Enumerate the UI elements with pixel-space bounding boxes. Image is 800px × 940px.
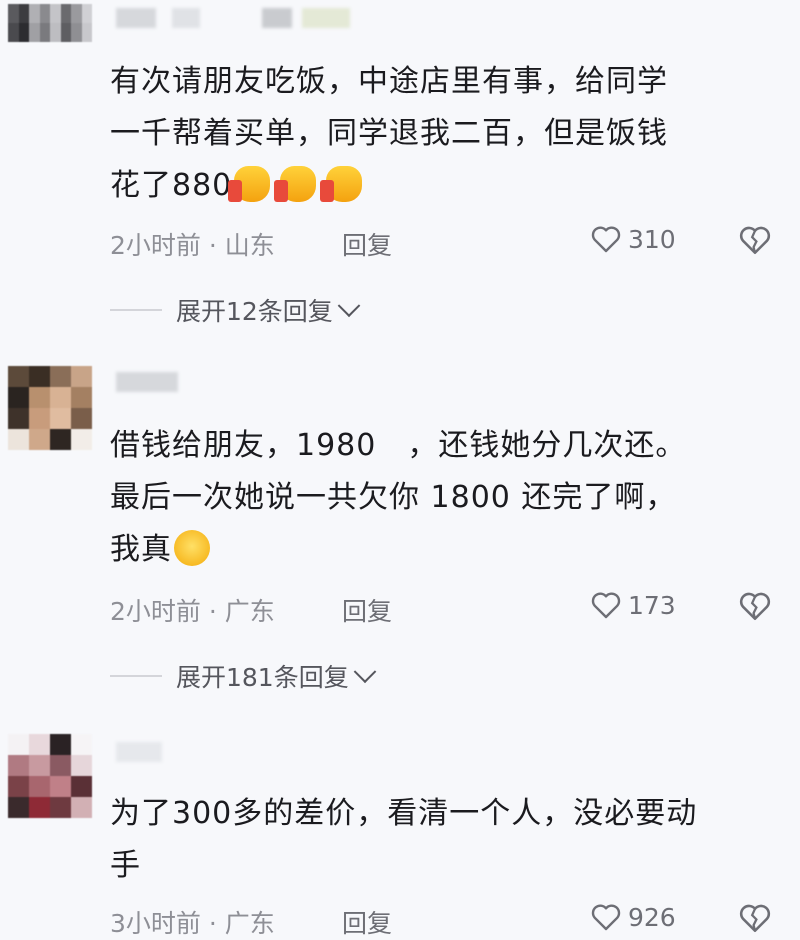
heart-icon	[591, 592, 621, 619]
expand-replies-button[interactable]: 展开12条回复	[110, 292, 361, 328]
chevron-down-icon	[337, 294, 361, 318]
dislike-button[interactable]	[738, 902, 772, 940]
broken-heart-icon	[739, 226, 771, 255]
username-blurred[interactable]	[112, 736, 172, 766]
like-count: 173	[628, 590, 676, 620]
dislike-button[interactable]	[738, 590, 772, 628]
time-location: 3小时前 · 广东	[110, 909, 275, 938]
thumbs-up-icon	[274, 165, 317, 202]
like-button[interactable]: 310	[590, 224, 676, 254]
divider	[110, 309, 162, 311]
like-count: 926	[628, 902, 676, 932]
chevron-down-icon	[353, 660, 377, 684]
time-location: 2小时前 · 广东	[110, 597, 275, 626]
broken-heart-icon	[739, 592, 771, 621]
like-button[interactable]: 173	[590, 590, 676, 620]
heart-icon	[591, 226, 621, 253]
comment-meta: 2小时前 · 山东 回复 310	[110, 222, 790, 262]
reply-button[interactable]: 回复	[342, 226, 392, 262]
dislike-button[interactable]	[738, 224, 772, 262]
like-button[interactable]: 926	[590, 902, 676, 932]
avatar[interactable]	[8, 366, 92, 450]
avatar[interactable]	[8, 4, 92, 42]
avatar[interactable]	[8, 734, 92, 818]
reply-button[interactable]: 回复	[342, 904, 392, 940]
comment-meta: 3小时前 · 广东 回复 926	[110, 900, 790, 940]
thumbs-up-icon	[320, 165, 363, 202]
broken-heart-icon	[739, 904, 771, 933]
reply-button[interactable]: 回复	[342, 592, 392, 628]
time-location: 2小时前 · 山东	[110, 231, 275, 260]
comment-text: 借钱给朋友，1980 ，还钱她分几次还。 最后一次她说一共欠你 1800 还完了…	[110, 428, 687, 567]
like-count: 310	[628, 224, 676, 254]
comment-meta: 2小时前 · 广东 回复 173	[110, 588, 790, 628]
comment-item: 为了300多的差价，看清一个人，没必要动 手 3小时前 · 广东 回复 926	[0, 728, 800, 938]
comment-text: 有次请朋友吃饭，中途店里有事，给同学 一千帮着买单，同学退我二百，但是饭钱 花了…	[110, 64, 668, 203]
grinning-sweat-icon	[174, 529, 210, 566]
heart-icon	[591, 904, 621, 931]
divider	[110, 675, 162, 677]
thumbs-up-icon	[228, 165, 271, 202]
username-blurred[interactable]	[112, 2, 372, 32]
comment-text: 为了300多的差价，看清一个人，没必要动 手	[110, 796, 698, 883]
comment-item: 借钱给朋友，1980 ，还钱她分几次还。 最后一次她说一共欠你 1800 还完了…	[0, 360, 800, 710]
expand-replies-button[interactable]: 展开181条回复	[110, 658, 377, 694]
comment-item: 有次请朋友吃饭，中途店里有事，给同学 一千帮着买单，同学退我二百，但是饭钱 花了…	[0, 0, 800, 340]
username-blurred[interactable]	[112, 366, 182, 396]
